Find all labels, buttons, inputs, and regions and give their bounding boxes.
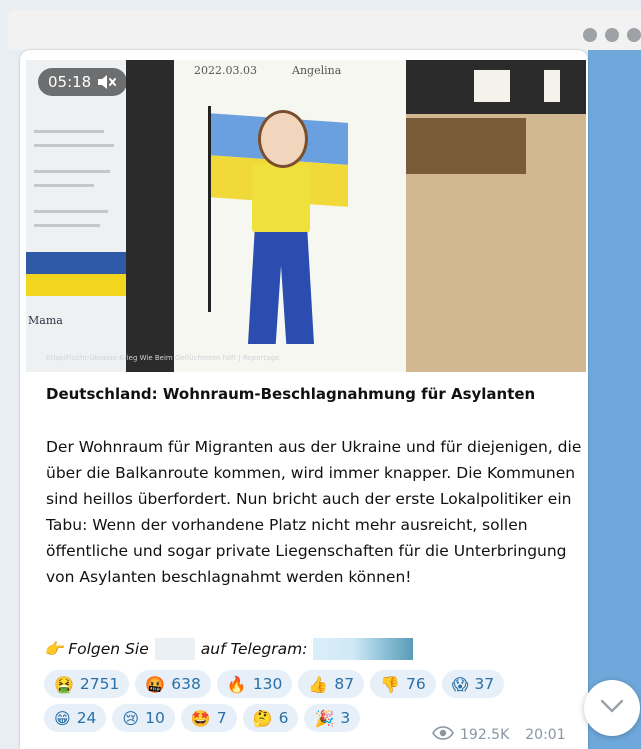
reaction-count: 130 bbox=[252, 675, 283, 693]
chat-background bbox=[588, 50, 641, 749]
reaction-chip[interactable]: 🔥 130 bbox=[216, 670, 293, 698]
ukraine-flag-blue bbox=[26, 252, 126, 274]
vomit-emoji-icon: 🤮 bbox=[54, 674, 74, 694]
reaction-chip[interactable]: 🎉 3 bbox=[304, 704, 361, 732]
reactions-bar: 🤮 2751 🤬 638 🔥 130 👍 87 👎 76 😱 37 😁 24 😢 10 🤩 7 🤔… bbox=[44, 670, 564, 732]
video-duration: 05:18 bbox=[48, 73, 92, 91]
window-dot-icon[interactable] bbox=[605, 28, 619, 42]
reaction-chip[interactable]: 👎 76 bbox=[370, 670, 436, 698]
muted-speaker-icon[interactable] bbox=[97, 74, 117, 90]
angry-emoji-icon: 🤬 bbox=[145, 674, 166, 694]
reaction-chip[interactable]: 😢 10 bbox=[112, 704, 175, 732]
video-credit: Krise/Flucht-Ukraine-Krieg Wie Beim Gefl… bbox=[46, 354, 280, 362]
video-player[interactable]: Mama 2022.03.03 Angelina Krise/Flucht-Uk… bbox=[26, 60, 586, 372]
post-body: Der Wohnraum für Migranten aus der Ukrai… bbox=[46, 438, 582, 586]
reaction-chip[interactable]: 🤩 7 bbox=[180, 704, 237, 732]
reaction-chip[interactable]: 🤮 2751 bbox=[44, 670, 130, 698]
grin-emoji-icon: 😁 bbox=[54, 708, 71, 728]
flag-pole bbox=[208, 106, 211, 312]
reaction-count: 24 bbox=[76, 709, 97, 727]
message-time: 20:01 bbox=[525, 727, 566, 743]
reaction-count: 3 bbox=[340, 709, 351, 727]
star-struck-emoji-icon: 🤩 bbox=[190, 708, 211, 728]
reaction-count: 7 bbox=[216, 709, 227, 727]
window-controls bbox=[583, 28, 641, 42]
reaction-count: 37 bbox=[474, 675, 495, 693]
message-meta: 192.5K 20:01 bbox=[432, 726, 566, 744]
video-duration-pill[interactable]: 05:18 bbox=[38, 68, 128, 96]
reaction-count: 87 bbox=[334, 675, 355, 693]
poster-label: Mama bbox=[28, 314, 63, 327]
ukraine-flag-yellow bbox=[26, 274, 126, 296]
child-drawing: 2022.03.03 Angelina bbox=[174, 60, 406, 372]
reaction-count: 2751 bbox=[79, 675, 120, 693]
redacted-channel-name bbox=[154, 638, 195, 660]
thumbs-up-emoji-icon: 👍 bbox=[308, 674, 329, 694]
thumbs-down-emoji-icon: 👎 bbox=[380, 674, 400, 694]
window-titlebar bbox=[8, 10, 641, 50]
girl-figure bbox=[258, 110, 308, 168]
chevron-down-icon bbox=[599, 698, 625, 718]
reaction-count: 76 bbox=[405, 675, 426, 693]
drawing-date: 2022.03.03 bbox=[194, 64, 257, 77]
scream-emoji-icon: 😱 bbox=[451, 674, 469, 694]
reaction-count: 638 bbox=[171, 675, 201, 693]
reaction-count: 6 bbox=[278, 709, 289, 727]
fire-emoji-icon: 🔥 bbox=[226, 674, 247, 694]
view-count: 192.5K bbox=[460, 727, 510, 743]
thinking-emoji-icon: 🤔 bbox=[252, 708, 273, 728]
drawing-name: Angelina bbox=[292, 64, 342, 77]
window-dot-icon[interactable] bbox=[583, 28, 597, 42]
follow-line: 👉 Folgen Sie auf Telegram: bbox=[44, 636, 414, 662]
reaction-chip[interactable]: 👍 87 bbox=[298, 670, 365, 698]
window-dot-icon[interactable] bbox=[627, 28, 641, 42]
party-popper-emoji-icon: 🎉 bbox=[314, 708, 335, 728]
follow-prefix: 👉 Folgen Sie bbox=[44, 640, 149, 658]
poster-left: Mama bbox=[26, 60, 126, 372]
redacted-channel-link[interactable] bbox=[313, 638, 414, 660]
post-title: Deutschland: Wohnraum-Beschlagnahmung fü… bbox=[46, 385, 536, 403]
reaction-chip[interactable]: 🤔 6 bbox=[242, 704, 299, 732]
reaction-count: 10 bbox=[145, 709, 165, 727]
eye-icon bbox=[432, 726, 454, 744]
scroll-down-button[interactable] bbox=[584, 680, 640, 736]
message-card: Mama 2022.03.03 Angelina Krise/Flucht-Uk… bbox=[20, 50, 588, 749]
reaction-chip[interactable]: 😁 24 bbox=[44, 704, 107, 732]
cry-emoji-icon: 😢 bbox=[122, 708, 140, 728]
reaction-chip[interactable]: 🤬 638 bbox=[135, 670, 211, 698]
reaction-chip[interactable]: 😱 37 bbox=[441, 670, 505, 698]
follow-suffix: auf Telegram: bbox=[200, 640, 308, 658]
